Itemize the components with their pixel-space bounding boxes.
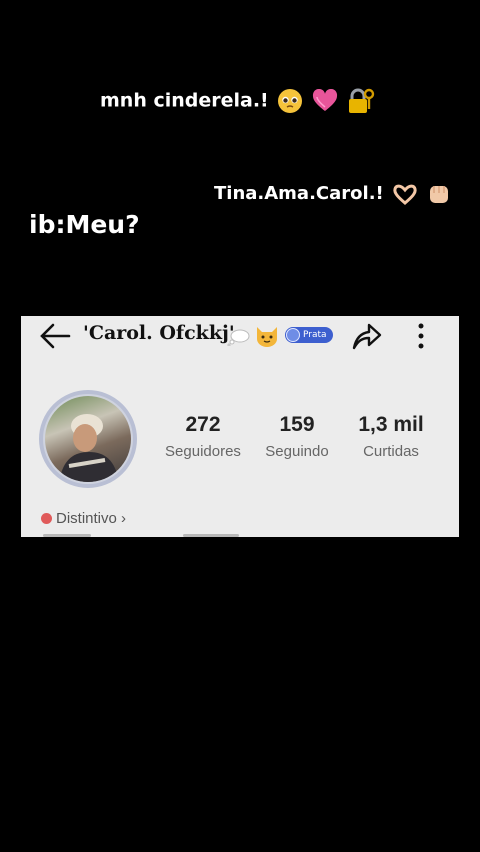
- heart-hands-icon: [393, 184, 417, 205]
- caption-left: ib:Meu?: [29, 210, 140, 239]
- distintivo-link[interactable]: Distintivo ›: [41, 510, 126, 527]
- pleading-face-icon: [278, 89, 303, 113]
- cropped-text-1: [43, 534, 91, 537]
- badge-medal-icon: [286, 328, 300, 342]
- likes-stat[interactable]: 1,3 mil Curtidas: [346, 413, 436, 460]
- pink-heart-icon: [312, 89, 337, 111]
- video-frame: mnh cinderela.! Tina.Ama.Carol.! ib:Meu?: [0, 0, 480, 852]
- followers-count: 272: [185, 413, 221, 436]
- caption-right: Tina.Ama.Carol.!: [214, 182, 452, 206]
- followers-label: Seguidores: [165, 443, 241, 460]
- following-stat[interactable]: 159 Seguindo: [252, 413, 342, 460]
- cropped-text-2: [183, 534, 239, 537]
- profile-username: 'Carol. Ofckkj': [83, 322, 235, 344]
- profile-screenshot: 'Carol. Ofckkj' Prata 272 Seguidores 159…: [21, 316, 459, 537]
- caption-right-text: Tina.Ama.Carol.!: [214, 183, 384, 204]
- likes-label: Curtidas: [363, 443, 419, 460]
- more-options-icon[interactable]: [415, 322, 427, 350]
- back-arrow-icon[interactable]: [39, 323, 71, 349]
- following-label: Seguindo: [265, 443, 329, 460]
- fist-icon: [430, 186, 449, 203]
- avatar-photo: [45, 396, 131, 482]
- level-badge[interactable]: Prata: [285, 327, 333, 343]
- following-count: 159: [279, 413, 315, 436]
- likes-count: 1,3 mil: [358, 413, 424, 436]
- badge-label: Prata: [303, 330, 327, 340]
- profile-top-bar: 'Carol. Ofckkj' Prata: [21, 316, 459, 356]
- followers-stat[interactable]: 272 Seguidores: [158, 413, 248, 460]
- caption-top: mnh cinderela.!: [100, 88, 375, 114]
- thought-bubble-icon: [227, 329, 250, 346]
- locked-with-key-icon: [348, 88, 374, 113]
- share-icon[interactable]: [350, 321, 382, 351]
- cropped-row: [41, 532, 271, 537]
- profile-avatar[interactable]: [35, 386, 143, 494]
- cat-face-icon: [257, 327, 277, 347]
- distintivo-icon: [41, 513, 52, 524]
- avatar-silhouette: [59, 414, 119, 482]
- caption-top-text: mnh cinderela.!: [100, 89, 269, 112]
- distintivo-label: Distintivo ›: [56, 510, 127, 527]
